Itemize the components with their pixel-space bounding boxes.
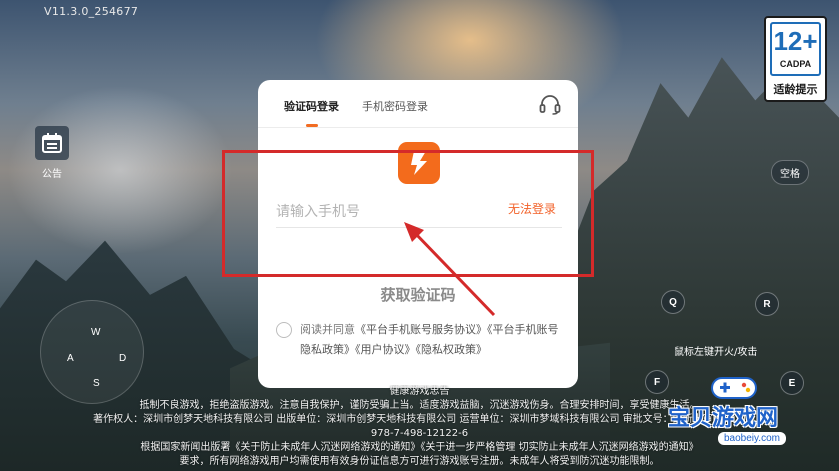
watermark-domain: baobeiy.com xyxy=(718,432,786,445)
gamepad-icon xyxy=(711,377,757,399)
watermark-text: 宝贝游戏网 xyxy=(668,406,779,431)
footer-line-6: 要求，所有网络游戏用户均需使用有效身份证信息方可进行游戏账号注册。未成年人将受到… xyxy=(179,456,660,467)
site-watermark: 宝贝游戏网 baobeiy.com xyxy=(666,372,816,452)
